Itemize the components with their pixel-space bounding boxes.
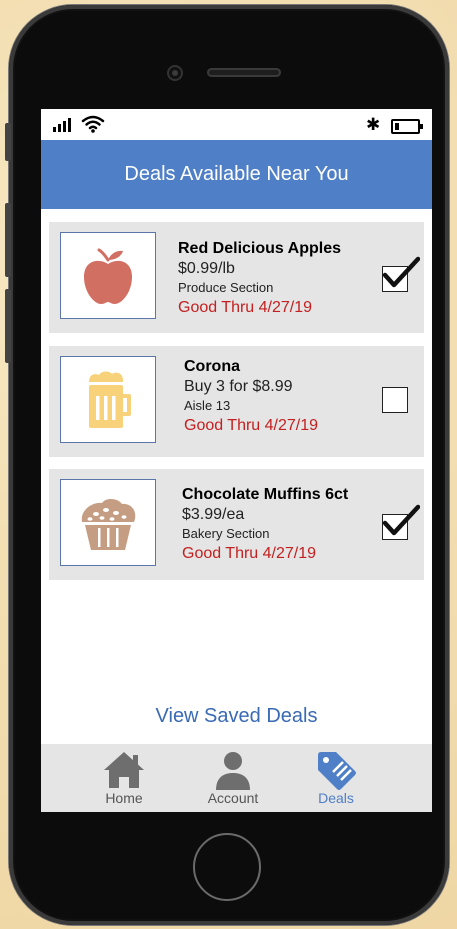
front-camera [169,67,181,79]
deal-thumbnail [60,232,156,319]
tab-label: Deals [318,790,354,806]
volume-down-button [5,289,11,363]
account-icon [216,752,250,790]
deal-thumbnail [60,479,156,566]
deal-valid-date: Good Thru 4/27/19 [184,417,319,434]
silent-switch [5,123,11,161]
apple-icon [84,248,132,304]
earpiece-speaker [207,68,281,77]
deal-card-apples[interactable]: Red Delicious Apples $0.99/lb Produce Se… [49,222,424,333]
view-saved-deals-link[interactable]: View Saved Deals [41,705,432,728]
deal-name: Red Delicious Apples [178,240,341,257]
deal-card-muffins[interactable]: Chocolate Muffins 6ct $3.99/ea Bakery Se… [49,469,424,580]
save-deal-checkbox[interactable] [382,256,420,292]
page-title: Deals Available Near You [124,163,349,185]
deal-location: Bakery Section [182,526,270,541]
home-icon [104,752,144,788]
deal-price: $0.99/lb [178,260,235,277]
deal-valid-date: Good Thru 4/27/19 [182,545,317,562]
tab-home[interactable]: Home [84,744,164,812]
beer-mug-icon [89,370,131,428]
bluetooth-icon: ✱ [366,115,381,135]
tab-label: Account [207,790,259,806]
deal-valid-date: Good Thru 4/27/19 [178,299,313,316]
deal-info: Chocolate Muffins 6ct $3.99/ea Bakery Se… [182,485,348,565]
muffin-icon [81,498,136,550]
tab-label: Home [105,790,143,806]
battery-icon [391,119,423,134]
checkmark-icon [382,256,420,288]
save-deal-checkbox[interactable] [382,387,408,413]
deal-info: Corona Buy 3 for $8.99 Aisle 13 Good Thr… [184,357,318,437]
deal-location: Produce Section [178,280,274,295]
volume-up-button [5,203,11,277]
deal-name: Corona [184,358,240,375]
bottom-tab-bar: Home Account Deals [41,744,432,812]
save-deal-checkbox[interactable] [382,504,420,540]
deal-location: Aisle 13 [184,398,231,413]
app-header: Deals Available Near You [41,140,432,209]
deal-thumbnail [60,356,156,443]
tab-deals[interactable]: Deals [296,744,376,812]
app-screen: ✱ Deals Available Near You Red Delicious… [41,109,432,812]
signal-icon [53,118,71,132]
status-bar: ✱ [41,109,432,140]
checkmark-icon [382,504,420,536]
tag-icon [318,752,356,790]
wifi-icon [81,115,105,133]
deal-name: Chocolate Muffins 6ct [182,486,349,503]
home-button[interactable] [193,833,261,901]
deal-price: $3.99/ea [182,506,245,523]
deal-card-corona[interactable]: Corona Buy 3 for $8.99 Aisle 13 Good Thr… [49,346,424,457]
deal-info: Red Delicious Apples $0.99/lb Produce Se… [178,239,341,319]
deal-price: Buy 3 for $8.99 [184,378,293,395]
tab-account[interactable]: Account [193,744,273,812]
